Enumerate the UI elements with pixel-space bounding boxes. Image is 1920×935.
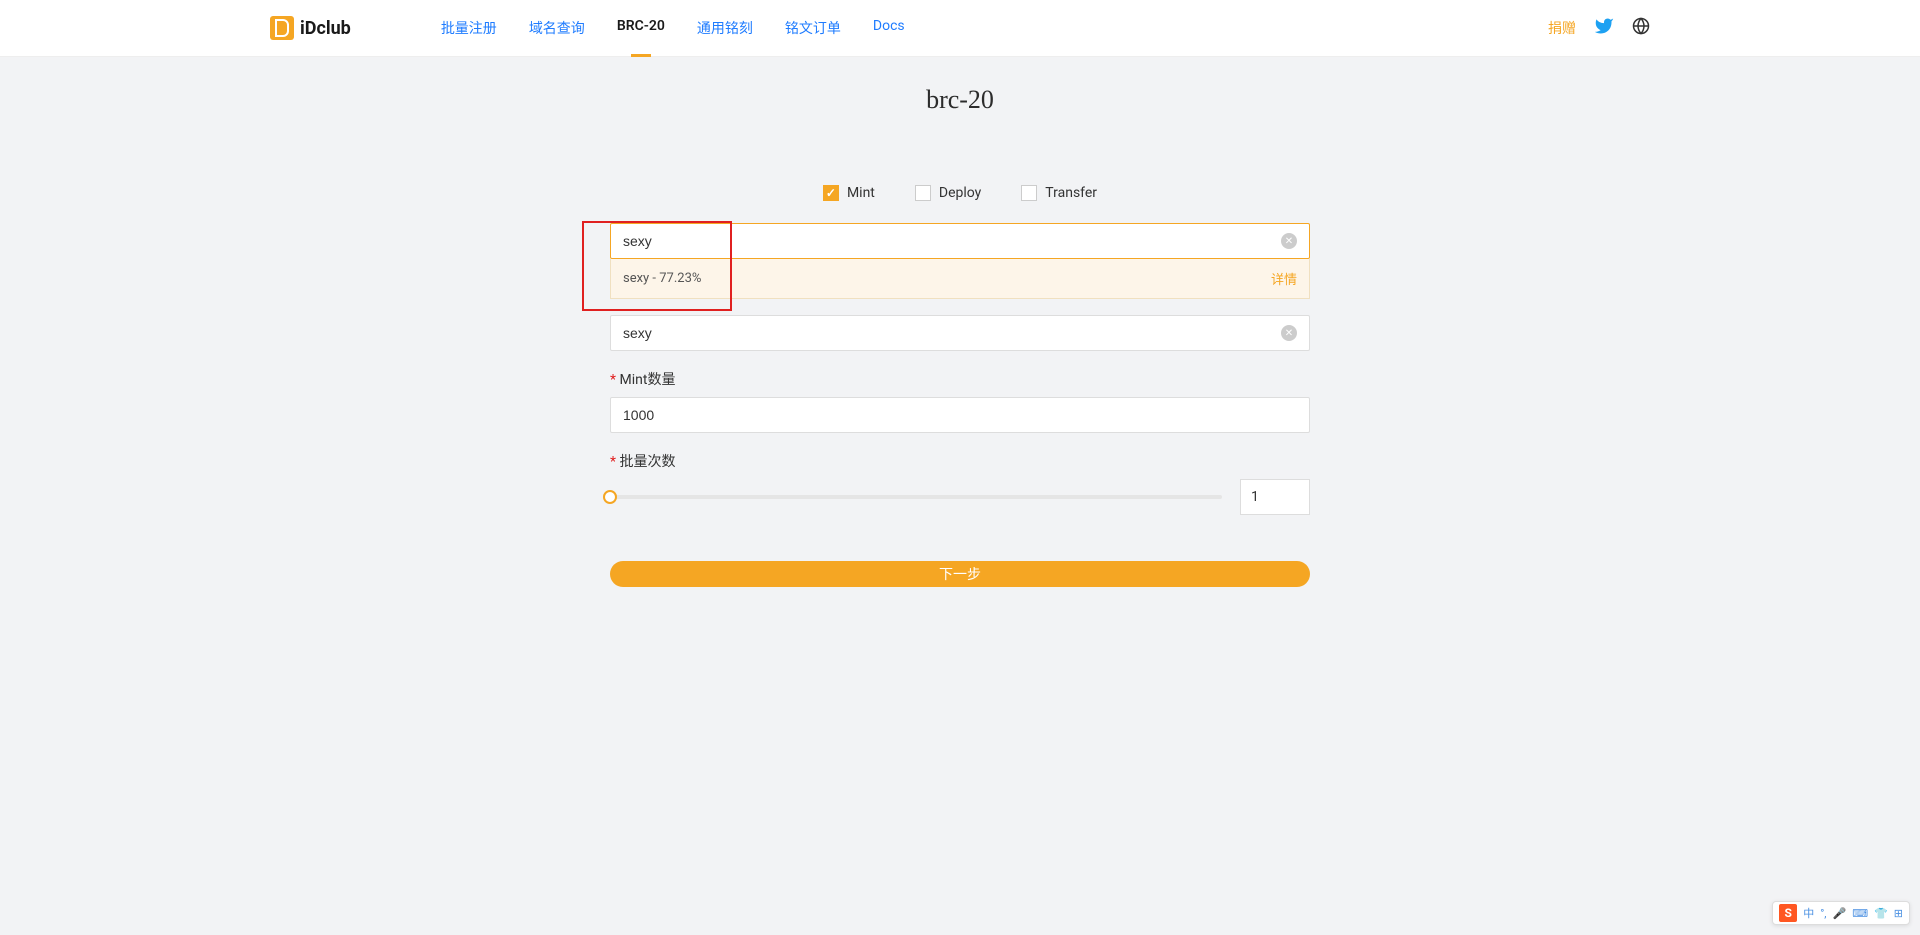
ime-logo-icon: S	[1779, 904, 1797, 922]
checkbox-mint-label: Mint	[847, 185, 875, 201]
checkbox-mint-box	[823, 185, 839, 201]
twitter-icon[interactable]	[1594, 16, 1614, 40]
batch-slider-handle[interactable]	[603, 490, 617, 504]
mint-amount-wrapper	[610, 397, 1310, 433]
nav-domain-query[interactable]: 域名查询	[529, 0, 585, 56]
search-area: ✕ sexy - 77.23% 详情	[610, 223, 1310, 299]
logo-text: iDclub	[300, 18, 351, 39]
main-nav: 批量注册 域名查询 BRC-20 通用铭刻 铭文订单 Docs	[441, 0, 1548, 56]
batch-slider[interactable]	[610, 495, 1222, 499]
next-step-button[interactable]: 下一步	[610, 561, 1310, 587]
checkbox-transfer-box	[1021, 185, 1037, 201]
checkbox-transfer-label: Transfer	[1045, 185, 1097, 201]
search-suggestion[interactable]: sexy - 77.23% 详情	[610, 259, 1310, 299]
batch-slider-row: 1	[610, 479, 1310, 515]
globe-icon[interactable]	[1632, 17, 1650, 39]
clear-search-icon[interactable]: ✕	[1281, 233, 1297, 249]
search-input-wrapper: ✕	[610, 223, 1310, 259]
nav-inscription-orders[interactable]: 铭文订单	[785, 0, 841, 56]
ime-skin-icon[interactable]: 👕	[1874, 907, 1888, 920]
suggestion-detail-link[interactable]: 详情	[1271, 269, 1297, 288]
page-title: brc-20	[610, 85, 1310, 115]
donate-link[interactable]: 捐赠	[1548, 18, 1576, 38]
header: iDclub 批量注册 域名查询 BRC-20 通用铭刻 铭文订单 Docs 捐…	[0, 0, 1920, 57]
checkbox-mint[interactable]: Mint	[823, 185, 875, 201]
main-content: brc-20 Mint Deploy Transfer ✕ sexy - 77.…	[610, 57, 1310, 615]
clear-token-icon[interactable]: ✕	[1281, 325, 1297, 341]
suggestion-text: sexy - 77.23%	[623, 271, 701, 286]
checkbox-deploy-box	[915, 185, 931, 201]
mint-amount-input[interactable]	[623, 407, 1297, 423]
search-input[interactable]	[623, 233, 1281, 249]
logo[interactable]: iDclub	[270, 16, 351, 40]
checkbox-deploy[interactable]: Deploy	[915, 185, 981, 201]
ime-mic-icon[interactable]: 🎤	[1832, 907, 1846, 920]
batch-count-label: 批量次数	[610, 451, 1310, 471]
header-right: 捐赠	[1548, 16, 1650, 40]
checkbox-transfer[interactable]: Transfer	[1021, 185, 1097, 201]
checkbox-deploy-label: Deploy	[939, 185, 981, 201]
nav-docs[interactable]: Docs	[873, 0, 905, 56]
ime-punct-icon[interactable]: °,	[1820, 907, 1826, 920]
ime-grid-icon[interactable]: ⊞	[1894, 907, 1903, 920]
ime-lang[interactable]: 中	[1803, 905, 1814, 921]
nav-batch-register[interactable]: 批量注册	[441, 0, 497, 56]
nav-general-inscribe[interactable]: 通用铭刻	[697, 0, 753, 56]
token-input-wrapper: ✕	[610, 315, 1310, 351]
batch-value-input[interactable]: 1	[1240, 479, 1310, 515]
logo-icon	[270, 16, 294, 40]
ime-toolbar[interactable]: S 中 °, 🎤 ⌨ 👕 ⊞	[1772, 901, 1910, 925]
operation-checkboxes: Mint Deploy Transfer	[610, 185, 1310, 201]
ime-keyboard-icon[interactable]: ⌨	[1852, 907, 1868, 920]
mint-amount-label: Mint数量	[610, 369, 1310, 389]
token-input[interactable]	[623, 325, 1281, 341]
nav-brc20[interactable]: BRC-20	[617, 0, 665, 56]
